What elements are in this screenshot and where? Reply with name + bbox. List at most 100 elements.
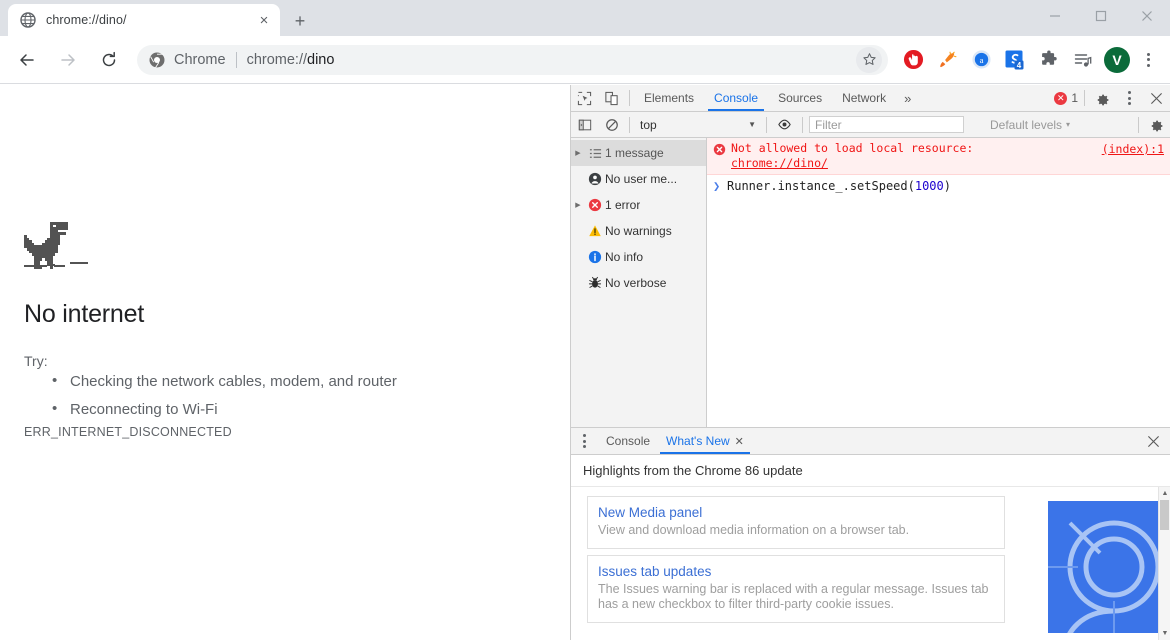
tab-close-icon[interactable]: × xyxy=(254,10,274,30)
chrome-logo-icon xyxy=(149,52,165,68)
devtools-more-options-icon[interactable] xyxy=(1116,85,1143,111)
drawer-tab-label: Console xyxy=(606,434,651,448)
devtools-panel: Elements Console Sources Network » ✕ 1 t… xyxy=(570,85,1170,640)
sidebar-item-label: 1 message xyxy=(605,146,664,160)
reload-button[interactable] xyxy=(91,42,127,78)
whats-new-scrollbar[interactable]: ▲ ▼ xyxy=(1158,487,1170,640)
prompt-caret-icon: ❯ xyxy=(713,179,721,193)
console-error-link[interactable]: chrome://dino/ xyxy=(731,156,828,170)
chrome-menu-button[interactable] xyxy=(1134,45,1162,75)
whats-new-headline: Highlights from the Chrome 86 update xyxy=(571,455,1170,487)
whats-new-card-list: New Media panel View and download media … xyxy=(587,496,1005,629)
try-label: Try: xyxy=(24,353,48,369)
extension-icons: a 4 V xyxy=(896,45,1170,75)
three-dots-icon xyxy=(583,434,586,448)
devtools-tab-console[interactable]: Console xyxy=(704,85,768,111)
browser-tab[interactable]: chrome://dino/ × xyxy=(8,4,280,36)
devtools-drawer: Console What's New ✕ Highlights from the… xyxy=(571,427,1170,640)
svg-text:a: a xyxy=(979,55,983,65)
execution-context-select[interactable]: top ▼ xyxy=(634,118,762,132)
tab-title: chrome://dino/ xyxy=(46,13,127,27)
inspect-element-icon[interactable] xyxy=(571,85,598,111)
ublock-origin-icon[interactable] xyxy=(898,45,928,75)
whats-new-decorative-graphic xyxy=(1048,501,1160,633)
card-description: The Issues warning bar is replaced with … xyxy=(598,581,989,612)
omnibox-url-emphasis: dino xyxy=(307,51,335,68)
toolbar-divider xyxy=(766,116,767,133)
title-bar: chrome://dino/ × + xyxy=(0,0,1170,36)
console-error-source-link[interactable]: (index):1 xyxy=(1102,142,1164,156)
drawer-tab-close-icon[interactable]: ✕ xyxy=(735,435,744,448)
console-filter-input[interactable]: Filter xyxy=(809,116,964,133)
omnibox-url-prefix: chrome:// xyxy=(246,51,308,68)
drawer-tab-console[interactable]: Console xyxy=(598,428,658,454)
console-settings-gear-icon[interactable] xyxy=(1143,112,1170,138)
devtools-tab-sources[interactable]: Sources xyxy=(768,85,832,111)
console-sidebar-toggle-icon[interactable] xyxy=(571,112,598,138)
new-tab-button[interactable]: + xyxy=(286,9,314,33)
maximize-button[interactable] xyxy=(1078,0,1124,32)
bookmark-star-icon[interactable] xyxy=(856,46,882,73)
devtools-tab-elements[interactable]: Elements xyxy=(634,85,704,111)
error-icon xyxy=(585,198,605,212)
error-count-badge[interactable]: ✕ 1 xyxy=(1054,91,1080,105)
sidebar-item-info[interactable]: No info xyxy=(571,244,706,270)
error-code: ERR_INTERNET_DISCONNECTED xyxy=(24,425,232,439)
execution-context-value: top xyxy=(640,117,657,132)
card-title[interactable]: Issues tab updates xyxy=(598,564,994,579)
page-title: No internet xyxy=(24,300,145,328)
more-tabs-chevron-icon[interactable]: » xyxy=(896,91,919,106)
error-circle-icon: ✕ xyxy=(1054,91,1068,105)
console-error-message[interactable]: Not allowed to load local resource: chro… xyxy=(707,138,1170,175)
sidebar-item-label: No user me... xyxy=(605,172,678,186)
log-levels-select[interactable]: Default levels ▾ xyxy=(990,118,1070,132)
sidebar-item-label: No warnings xyxy=(605,224,672,238)
clear-console-icon[interactable] xyxy=(598,112,625,138)
blue-s-icon[interactable]: 4 xyxy=(1000,45,1030,75)
blue-a-icon[interactable]: a xyxy=(966,45,996,75)
globe-favicon-icon xyxy=(20,12,36,28)
console-prompt-input[interactable]: Runner.instance_.setSpeed(1000) xyxy=(727,179,951,193)
sidebar-item-warnings[interactable]: No warnings xyxy=(571,218,706,244)
back-button[interactable] xyxy=(9,42,45,78)
scroll-up-arrow-icon[interactable]: ▲ xyxy=(1159,487,1170,500)
omnibox-url: chrome://dino xyxy=(247,52,335,68)
dino-sprite xyxy=(24,222,88,272)
device-toolbar-icon[interactable] xyxy=(598,85,625,111)
devtools-close-icon[interactable] xyxy=(1143,85,1170,111)
scroll-down-arrow-icon[interactable]: ▼ xyxy=(1159,627,1170,640)
sidebar-item-user-messages[interactable]: No user me... xyxy=(571,166,706,192)
list-item[interactable]: New Media panel View and download media … xyxy=(587,496,1005,549)
close-window-button[interactable] xyxy=(1124,0,1170,32)
reading-list-icon[interactable] xyxy=(1068,45,1098,75)
drawer-tab-whats-new[interactable]: What's New ✕ xyxy=(658,428,752,454)
scrollbar-thumb[interactable] xyxy=(1160,500,1169,530)
list-item[interactable]: Issues tab updates The Issues warning ba… xyxy=(587,554,1005,623)
card-title[interactable]: New Media panel xyxy=(598,505,994,520)
forward-button[interactable] xyxy=(50,42,86,78)
live-expression-eye-icon[interactable] xyxy=(771,112,798,138)
minimize-button[interactable] xyxy=(1032,0,1078,32)
drawer-more-tools-icon[interactable] xyxy=(571,428,598,454)
prompt-code-pre: Runner.instance_.setSpeed( xyxy=(727,179,915,193)
drawer-tab-label: What's New xyxy=(666,434,730,448)
profile-avatar[interactable]: V xyxy=(1104,46,1130,73)
sidebar-item-messages[interactable]: ▶ 1 message xyxy=(571,140,706,166)
clapper-icon[interactable] xyxy=(932,45,962,75)
disclosure-triangle-icon[interactable]: ▶ xyxy=(571,149,585,157)
sidebar-item-verbose[interactable]: No verbose xyxy=(571,270,706,296)
sidebar-item-errors[interactable]: ▶ 1 error xyxy=(571,192,706,218)
toolbar-divider xyxy=(629,116,630,133)
console-sidebar: ▶ 1 message No user me... ▶ 1 error No w… xyxy=(571,138,707,427)
chevron-down-icon: ▼ xyxy=(748,120,756,129)
devtools-tab-network[interactable]: Network xyxy=(832,85,896,111)
address-bar[interactable]: Chrome chrome://dino xyxy=(137,44,888,75)
disclosure-triangle-icon[interactable]: ▶ xyxy=(571,201,585,209)
drawer-close-icon[interactable] xyxy=(1138,428,1168,454)
devtools-settings-gear-icon[interactable] xyxy=(1089,85,1116,111)
omnibox-chip-label: Chrome xyxy=(174,51,226,68)
puzzle-extensions-icon[interactable] xyxy=(1034,45,1064,75)
three-dots-icon xyxy=(1128,91,1131,105)
chevron-down-icon: ▾ xyxy=(1066,120,1071,129)
console-prompt-row[interactable]: ❯ Runner.instance_.setSpeed(1000) xyxy=(707,175,1170,197)
